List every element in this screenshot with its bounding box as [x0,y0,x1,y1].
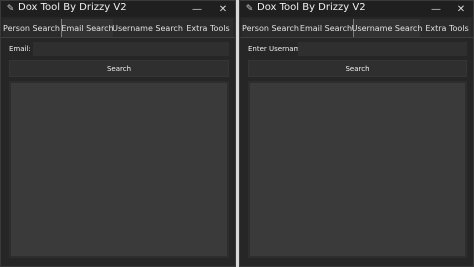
feather-icon: ✎ [6,3,15,14]
tab-extra-tools[interactable]: Extra Tools [183,19,233,37]
title-bar[interactable]: ✎ Dox Tool By Drizzy V2 — ✕ [1,1,235,17]
tab-bar: Person Search Email Search Username Sear… [242,19,471,37]
tab-divider [240,37,473,38]
tab-username-search[interactable]: Username Search [112,19,183,37]
tab-person-search[interactable]: Person Search [242,19,299,37]
title-bar[interactable]: ✎ Dox Tool By Drizzy V2 — ✕ [240,1,473,17]
tab-divider [1,37,235,38]
search-button[interactable]: Search [9,60,229,77]
tab-email-search[interactable]: Email Search [61,19,114,37]
close-icon[interactable]: ✕ [451,1,471,17]
results-output[interactable] [9,81,229,258]
username-input[interactable] [298,42,467,56]
minimize-icon[interactable]: — [187,1,207,17]
tab-username-search[interactable]: Username Search [352,19,422,37]
minimize-icon[interactable]: — [426,1,446,17]
tab-bar: Person Search Email Search Username Sear… [3,19,233,37]
tab-extra-tools[interactable]: Extra Tools [422,19,472,37]
username-search-window: ✎ Dox Tool By Drizzy V2 — ✕ Person Searc… [239,0,474,267]
window-title: Dox Tool By Drizzy V2 [257,2,366,13]
tab-email-search[interactable]: Email Search [300,19,352,37]
email-search-window: ✎ Dox Tool By Drizzy V2 — ✕ Person Searc… [0,0,236,267]
tab-person-search[interactable]: Person Search [3,19,60,37]
feather-icon: ✎ [245,3,254,14]
search-button[interactable]: Search [248,60,467,77]
results-output[interactable] [248,81,467,258]
email-label: Email: [9,45,31,53]
window-title: Dox Tool By Drizzy V2 [18,2,127,13]
close-icon[interactable]: ✕ [213,1,233,17]
email-input[interactable] [33,42,229,56]
